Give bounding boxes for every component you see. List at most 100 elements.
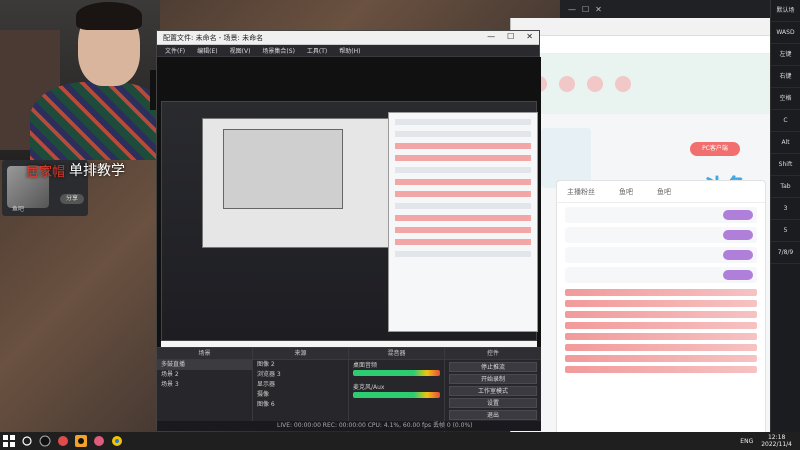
menu-file[interactable]: 文件(F) [165, 46, 185, 55]
browser-urlbar[interactable] [511, 36, 770, 54]
nested-preview-deep [223, 129, 343, 209]
menu-help[interactable]: 帮助(H) [339, 46, 360, 55]
obs-titlebar: 配置文件: 未命名 - 场景: 未命名 — ☐ ✕ [157, 31, 539, 45]
side-shortcut-panel: 默认场 WASD 左键 右键 空格 C Alt Shift Tab 3 5 7/… [770, 0, 800, 432]
status-badge [723, 250, 753, 260]
side-item: 3 [771, 198, 800, 220]
channel-label: 桌面音频 [353, 362, 378, 369]
start-recording-button[interactable]: 开始录制 [449, 374, 537, 384]
source-item[interactable]: 摄像 [253, 390, 348, 400]
obs-window-controls: — ☐ ✕ [487, 32, 533, 41]
nav-icon[interactable] [587, 76, 603, 92]
minimize-icon[interactable]: — [487, 32, 495, 41]
sources-header: 来源 [253, 348, 348, 360]
obs-preview[interactable] [157, 57, 541, 347]
mixer-dock: 混音器 桌面音频 麦克风/Aux [349, 348, 445, 432]
side-item: 默认场 [771, 0, 800, 22]
source-item[interactable]: 浏览器 3 [253, 370, 348, 380]
streamer-hair [76, 2, 142, 30]
status-badge [723, 230, 753, 240]
side-item: 右键 [771, 66, 800, 88]
search-icon[interactable] [18, 432, 36, 450]
menu-tools[interactable]: 工具(T) [307, 46, 327, 55]
preview-inner [161, 101, 538, 341]
source-item[interactable]: 图像 2 [253, 360, 348, 370]
status-badge [723, 270, 753, 280]
list-item[interactable] [565, 267, 757, 283]
browser-titlebar [511, 18, 770, 36]
nav-icon[interactable] [615, 76, 631, 92]
clock[interactable]: 12:18 2022/11/4 [761, 434, 792, 448]
restore-icon[interactable]: ☐ [582, 5, 589, 14]
obs-menubar: 文件(F) 编辑(E) 视图(V) 场景集合(S) 工具(T) 帮助(H) [157, 45, 539, 57]
source-item[interactable]: 显示器 [253, 380, 348, 390]
volume-meter[interactable] [353, 392, 440, 398]
stream-title-overlay: 居家帽 单排教学 [26, 160, 125, 180]
mixer-channel: 桌面音频 [353, 362, 440, 382]
controls-header: 控件 [445, 348, 541, 360]
menu-scene-collection[interactable]: 场景集合(S) [262, 46, 295, 55]
pc-client-button[interactable]: PC客户端 [690, 142, 740, 156]
top-right-toolbar: — ☐ ✕ [560, 0, 770, 18]
menu-view[interactable]: 视图(V) [230, 46, 251, 55]
site-icon-row [531, 76, 631, 92]
exit-button[interactable]: 退出 [449, 410, 537, 420]
side-item: Alt [771, 132, 800, 154]
clock-date: 2022/11/4 [761, 441, 792, 448]
obs-docks: 场景 多鼓直播 场景 2 场景 3 + − ∧ ∨ 来源 图像 2 浏览器 3 … [157, 347, 541, 432]
obs-status-bar: LIVE: 00:00:00 REC: 00:00:00 CPU: 4.1%, … [157, 421, 541, 431]
stop-stream-button[interactable]: 停止推流 [449, 362, 537, 372]
fan-panel: 主播粉丝 鱼吧 鱼吧 [556, 180, 766, 440]
side-item: 5 [771, 220, 800, 242]
title-red: 居家帽 [26, 164, 66, 180]
list-item[interactable] [565, 247, 757, 263]
side-item: C [771, 110, 800, 132]
nested-preview [202, 118, 402, 248]
obs-title: 配置文件: 未命名 - 场景: 未命名 [163, 34, 264, 42]
sources-dock: 来源 图像 2 浏览器 3 显示器 摄像 图像 6 + − ⚙ ∧ ∨ [253, 348, 349, 432]
scene-item[interactable]: 场景 2 [157, 370, 252, 380]
studio-mode-button[interactable]: 工作室模式 [449, 386, 537, 396]
tab-bar-2[interactable]: 鱼吧 [657, 187, 671, 197]
rules-text [565, 289, 757, 373]
language-indicator[interactable]: ENG [740, 438, 753, 445]
list-item[interactable] [565, 227, 757, 243]
mixer-header: 混音器 [349, 348, 444, 360]
chrome-icon[interactable] [108, 432, 126, 450]
settings-button[interactable]: 设置 [449, 398, 537, 408]
side-item: Tab [771, 176, 800, 198]
status-badge [723, 210, 753, 220]
side-item: WASD [771, 22, 800, 44]
channel-label: 麦克风/Aux [353, 384, 385, 391]
app-icon-dark[interactable] [36, 432, 54, 450]
volume-meter[interactable] [353, 370, 440, 376]
tab-fans[interactable]: 主播粉丝 [567, 187, 595, 197]
side-item: 空格 [771, 88, 800, 110]
site-header [511, 54, 770, 114]
menu-edit[interactable]: 编辑(E) [197, 46, 217, 55]
app-icon-red[interactable] [54, 432, 72, 450]
obs-app-icon[interactable] [72, 432, 90, 450]
side-item: Shift [771, 154, 800, 176]
panel-tabs: 主播粉丝 鱼吧 鱼吧 [557, 181, 765, 203]
scene-item[interactable]: 场景 3 [157, 380, 252, 390]
windows-start-icon[interactable] [0, 432, 18, 450]
system-tray: ENG 12:18 2022/11/4 [740, 432, 792, 450]
app-icon-pink[interactable] [90, 432, 108, 450]
title-white: 单排教学 [69, 163, 126, 179]
controls-dock: 控件 停止推流 开始录制 工作室模式 设置 退出 [445, 348, 541, 432]
list-item[interactable] [565, 207, 757, 223]
scene-item[interactable]: 多鼓直播 [157, 360, 252, 370]
tab-bar[interactable]: 鱼吧 [619, 187, 633, 197]
streamer-sub: 鱼吧 [12, 206, 25, 213]
maximize-icon[interactable]: ☐ [507, 32, 514, 41]
close-icon[interactable]: ✕ [526, 32, 533, 41]
minimize-icon[interactable]: — [568, 5, 576, 14]
source-item[interactable]: 图像 6 [253, 400, 348, 410]
close-icon[interactable]: ✕ [595, 5, 602, 14]
browser-window: PC客户端 斗鱼 主播粉丝 鱼吧 鱼吧 [510, 18, 770, 440]
nav-icon[interactable] [559, 76, 575, 92]
content-card [541, 128, 591, 188]
side-item: 左键 [771, 44, 800, 66]
mixer-channel: 麦克风/Aux [353, 384, 440, 404]
